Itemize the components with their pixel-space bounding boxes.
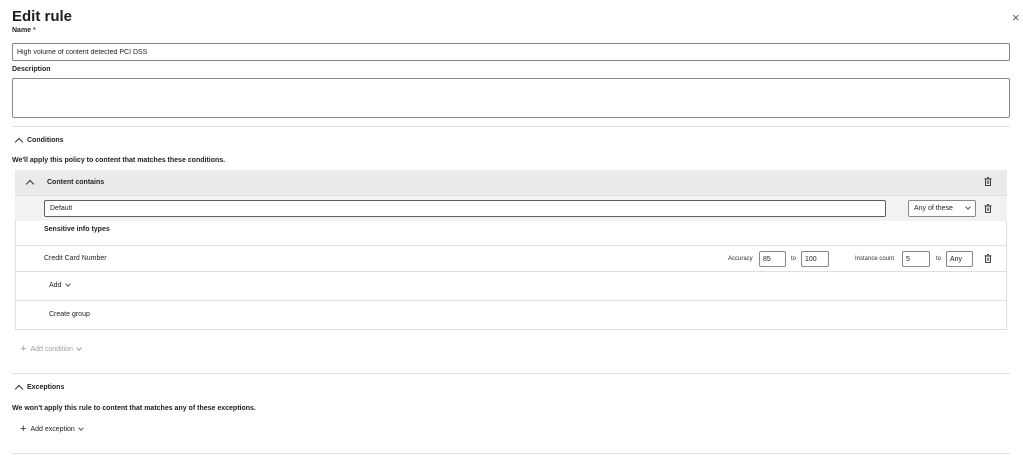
conditions-heading: Conditions <box>27 137 64 144</box>
accuracy-to-label: to <box>791 256 797 262</box>
trash-icon[interactable] <box>984 254 992 263</box>
instance-max-input[interactable] <box>946 251 973 267</box>
match-type-dropdown[interactable]: Any of these <box>908 200 976 217</box>
match-type-value: Any of these <box>914 205 953 212</box>
add-button[interactable]: Add <box>49 281 72 289</box>
divider <box>12 373 1010 374</box>
content-contains-heading: Content contains <box>47 179 105 186</box>
add-condition-label: Add condition <box>30 346 73 353</box>
exceptions-toggle[interactable]: Exceptions <box>14 383 65 394</box>
plus-icon: + <box>20 343 27 355</box>
divider <box>12 453 1010 454</box>
instance-min-input[interactable] <box>902 251 930 267</box>
exceptions-heading: Exceptions <box>27 384 65 391</box>
chevron-down-icon <box>77 425 84 431</box>
sensitive-info-types-heading: Sensitive info types <box>44 226 110 233</box>
trash-icon[interactable] <box>984 204 992 213</box>
chevron-down-icon <box>65 281 72 287</box>
instance-count-label: Instance count <box>855 256 895 262</box>
trash-icon[interactable] <box>984 177 992 186</box>
create-group-label: Create group <box>49 311 90 318</box>
create-group-button[interactable]: Create group <box>49 311 90 318</box>
add-exception-button[interactable]: + Add exception <box>20 423 84 435</box>
add-label: Add <box>49 282 62 289</box>
name-input[interactable] <box>12 43 1010 61</box>
instance-to-label: to <box>936 256 942 262</box>
chevron-up-icon <box>14 137 24 147</box>
row-divider <box>15 271 1007 272</box>
sensitive-info-type-name: Credit Card Number <box>44 255 107 262</box>
required-mark: * <box>31 27 36 34</box>
name-label: Name * <box>12 27 36 34</box>
close-icon[interactable]: × <box>1012 11 1020 24</box>
exceptions-note: We won't apply this rule to content that… <box>12 405 256 412</box>
group-name-input[interactable] <box>44 200 886 217</box>
divider <box>12 126 1010 127</box>
accuracy-max-input[interactable] <box>801 251 829 267</box>
chevron-down-icon <box>965 204 971 210</box>
conditions-toggle[interactable]: Conditions <box>14 136 64 147</box>
conditions-note: We'll apply this policy to content that … <box>12 157 226 164</box>
accuracy-min-input[interactable] <box>759 251 786 267</box>
row-divider <box>15 300 1007 301</box>
chevron-up-icon <box>25 179 35 189</box>
description-label: Description <box>12 66 51 73</box>
chevron-up-icon <box>14 384 24 394</box>
description-input[interactable] <box>12 78 1010 118</box>
add-condition-button[interactable]: + Add condition <box>20 343 82 355</box>
panel-title: Edit rule <box>12 8 73 25</box>
row-divider <box>15 245 1007 246</box>
plus-icon: + <box>20 423 27 435</box>
content-contains-header[interactable]: Content contains <box>15 170 1007 196</box>
chevron-down-icon <box>76 345 82 351</box>
accuracy-label: Accuracy <box>728 256 753 262</box>
add-exception-label: Add exception <box>30 426 75 433</box>
